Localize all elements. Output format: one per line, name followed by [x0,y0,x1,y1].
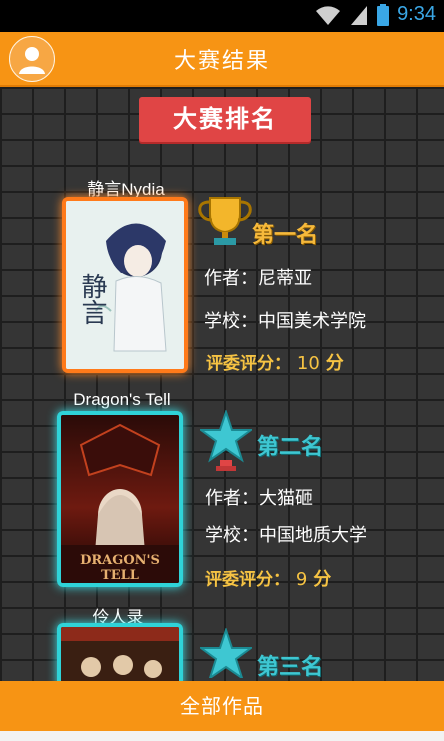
bottom-nav-strip [0,731,444,741]
score-label: 评委评分： [205,570,290,590]
signal-icon [349,4,369,26]
entry-cover[interactable]: DRAGON'S TELL [57,411,183,587]
school-text: 学校：中国地质大学 [205,525,367,546]
score-unit: 分 [325,353,344,374]
clock-time: 9:34 [397,3,436,25]
score-value: 9 [295,569,308,590]
wifi-icon [315,4,341,26]
rank-label: 第一名 [252,223,319,248]
score-value: 10 [296,353,320,374]
author-text: 作者：大猫砸 [205,488,313,509]
author-text: 作者：尼蒂亚 [204,268,312,289]
battery-icon [377,3,390,26]
score-unit: 分 [313,569,332,590]
score-text: 评委评分： 9 分 [205,565,331,591]
cover-text: DRAGON'S TELL [80,553,160,583]
ranking-banner: 大赛排名 [139,97,311,142]
status-bar: 9:34 [0,0,444,32]
score-label: 评委评分： [206,354,291,374]
star-icon [200,410,252,471]
entry-cover[interactable]: 静言 [62,197,188,373]
star-icon [200,628,252,678]
rank-label: 第三名 [257,655,324,680]
all-works-button[interactable]: 全部作品 [0,681,444,731]
entry-title: Dragon's Tell [73,390,171,409]
rank-label: 第二名 [257,435,324,460]
cover-text: 静言 [77,273,107,325]
app-header: 大赛结果 [0,32,444,87]
page-title: 大赛结果 [173,49,270,74]
score-text: 评委评分： 10 分 [206,349,344,375]
school-text: 学校：中国美术学院 [204,311,366,332]
trophy-icon [198,197,252,245]
